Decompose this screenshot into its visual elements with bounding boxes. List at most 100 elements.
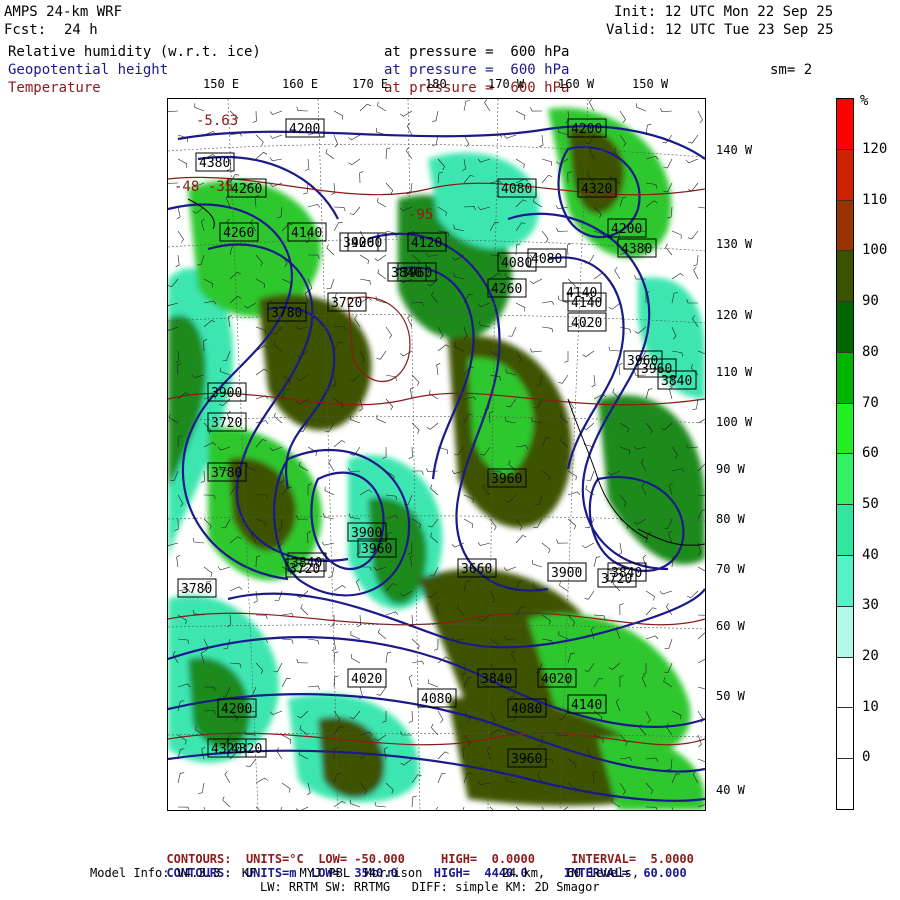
model-title: AMPS 24-km WRF <box>4 4 123 20</box>
wind-barb <box>619 326 631 334</box>
height-label: 3960 <box>491 472 522 487</box>
wind-barb <box>411 660 425 665</box>
wind-barb <box>222 796 231 808</box>
wind-barb <box>408 710 413 723</box>
colorbar-unit: % <box>860 93 869 109</box>
wind-barb <box>582 350 595 358</box>
height-label: 3780 <box>271 306 302 321</box>
height-label: 3960 <box>511 752 542 767</box>
wind-barb <box>350 630 361 640</box>
wind-barb <box>619 110 626 123</box>
wind-barb <box>541 174 553 184</box>
wind-barb <box>255 151 268 160</box>
wind-barb <box>563 806 569 810</box>
lat-label: 60 W <box>716 619 745 633</box>
map-panel: 4200 4380 4260 4140 4080 4200 4320 4260 4120 3960… <box>167 98 706 811</box>
wind-barb <box>531 559 543 568</box>
colorbar <box>836 98 854 810</box>
colorbar-segment <box>837 556 853 607</box>
wind-barb <box>400 350 413 357</box>
wind-barb <box>515 302 526 312</box>
wind-barb <box>408 446 413 459</box>
wind-barb <box>567 398 574 411</box>
wind-barb <box>665 243 673 256</box>
wind-barb <box>359 254 369 265</box>
field-temp-level: at pressure = 600 hPa <box>384 80 570 96</box>
wind-barb <box>685 158 699 164</box>
height-label: 3780 <box>211 466 242 481</box>
height-label: 4200 <box>611 222 642 237</box>
wind-barb <box>175 254 180 268</box>
wind-barb <box>564 351 569 363</box>
wind-barb <box>406 122 413 136</box>
wind-barb <box>541 230 549 243</box>
wind-barb <box>437 710 444 723</box>
wind-barb <box>374 254 387 262</box>
wind-barb <box>333 651 339 664</box>
wind-barb <box>359 103 372 112</box>
height-label: 3900 <box>211 386 242 401</box>
colorbar-segment <box>837 708 853 760</box>
wind-barb <box>507 326 517 337</box>
wind-barb <box>593 556 601 568</box>
wind-barb <box>541 300 555 305</box>
colorbar-label: 110 <box>862 191 888 208</box>
lon-label: 170 W <box>488 77 525 91</box>
lat-label: 140 W <box>716 143 753 157</box>
height-label: 4020 <box>351 672 382 687</box>
wind-barb <box>541 158 553 166</box>
field-rh-name: Relative humidity (w.r.t. ice) <box>8 44 261 60</box>
temp-label: -48 <box>174 179 199 195</box>
wind-barb <box>377 628 387 640</box>
wind-barb <box>584 590 595 600</box>
wind-barb <box>659 590 673 595</box>
wind-barb <box>307 638 320 645</box>
wind-barb <box>660 108 673 113</box>
wind-barb <box>489 806 494 810</box>
wind-barb <box>281 638 294 644</box>
height-label: 4140 <box>571 296 602 311</box>
wind-barb <box>567 491 581 496</box>
field-height-name: Geopotential height <box>8 62 169 78</box>
temp-label: -95 <box>408 207 433 223</box>
wind-barb <box>326 244 335 256</box>
wind-barb <box>515 535 527 544</box>
model-info-line-2: LW: RRTM SW: RRTMG DIFF: simple KM: 2D S… <box>260 880 600 894</box>
wind-barb <box>276 747 283 760</box>
wind-barb <box>558 374 569 384</box>
wind-barb <box>333 440 346 448</box>
wind-barb <box>645 607 657 616</box>
height-label: 3840 <box>391 266 422 281</box>
wind-barb <box>356 614 361 627</box>
colorbar-segment <box>837 403 853 455</box>
colorbar-segment <box>837 352 853 404</box>
height-label: 4320 <box>231 742 262 757</box>
wind-barb <box>385 651 392 664</box>
valid-time: Valid: 12 UTC Tue 23 Sep 25 <box>606 22 834 38</box>
field-rh-level: at pressure = 600 hPa <box>384 44 570 60</box>
lat-label: 50 W <box>716 689 745 703</box>
wind-barb <box>376 350 387 360</box>
wind-barb <box>377 269 387 280</box>
wind-barb <box>253 590 258 604</box>
wind-barb <box>411 422 420 434</box>
wind-barb <box>437 751 449 760</box>
wind-barb <box>377 101 387 112</box>
wind-barb <box>385 611 399 616</box>
wind-barb <box>541 542 551 554</box>
lat-label: 110 W <box>716 365 753 379</box>
wind-barb <box>588 99 595 112</box>
model-info-line-1: Model Info: V4.3.3 KF MYJ PBL Morrison 2… <box>90 866 640 880</box>
wind-barb <box>697 614 705 616</box>
wind-barb <box>608 346 621 352</box>
wind-barb <box>269 157 283 162</box>
colorbar-label: 10 <box>862 698 879 715</box>
wind-barb <box>593 272 606 280</box>
wind-barb <box>300 604 309 616</box>
wind-barb <box>411 638 420 650</box>
colorbar-label: 0 <box>862 749 871 766</box>
wind-barb <box>477 542 491 546</box>
wind-barb <box>176 206 181 220</box>
wind-barb <box>255 777 268 784</box>
wind-barb <box>619 603 624 616</box>
